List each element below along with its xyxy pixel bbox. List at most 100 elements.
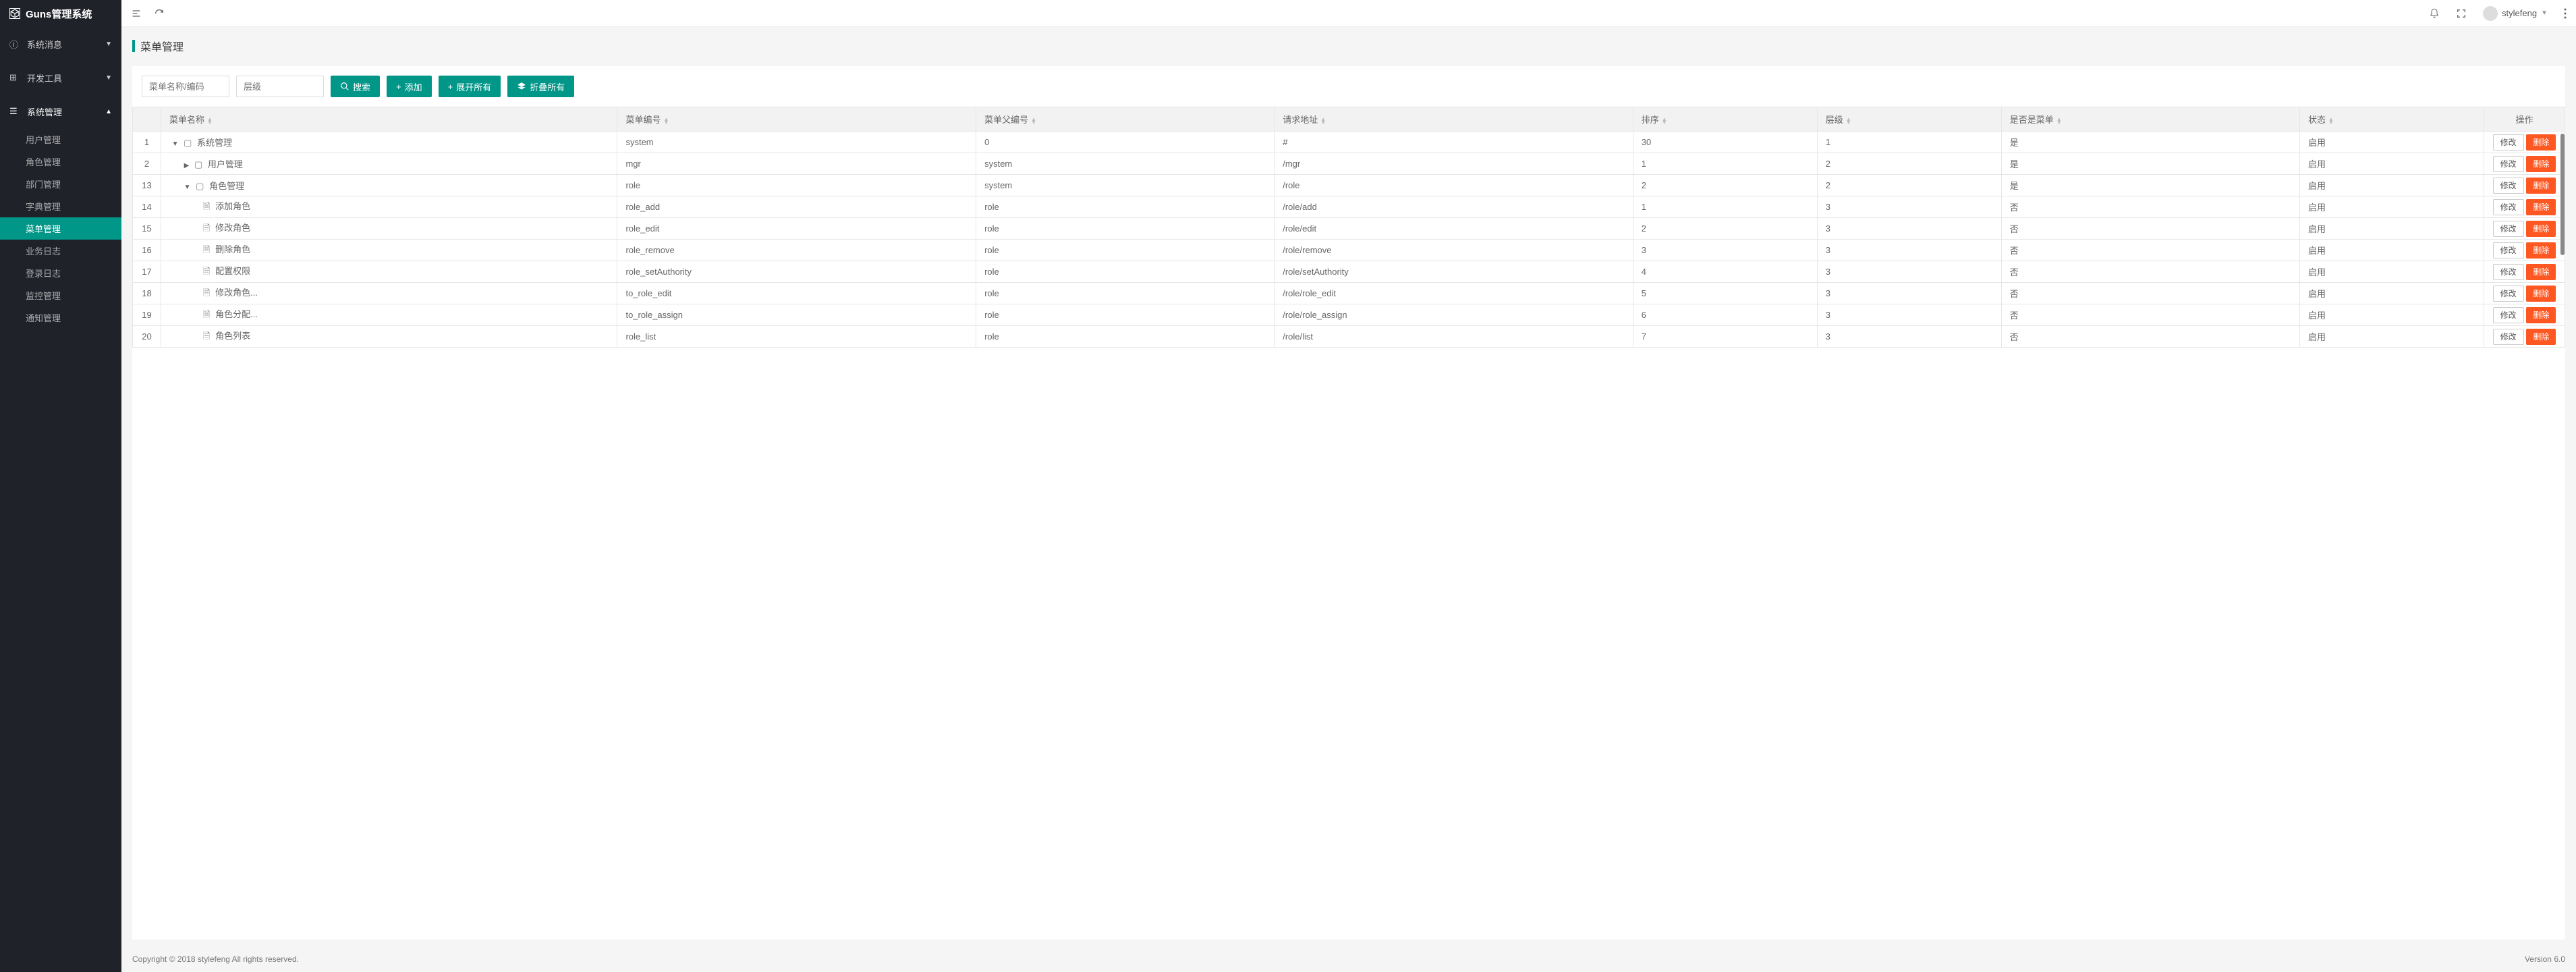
nav-item[interactable]: 业务日志	[0, 240, 121, 262]
cell-action: 修改 删除	[2484, 132, 2565, 153]
user-menu[interactable]: stylefeng ▼	[2483, 6, 2548, 21]
col-action: 操作	[2484, 107, 2565, 132]
cell-parent: role	[976, 304, 1275, 326]
search-button[interactable]: 搜索	[331, 76, 380, 97]
menu-name: 角色管理	[209, 181, 244, 191]
edit-button[interactable]: 修改	[2493, 156, 2524, 172]
col-level[interactable]: 层级▲▼	[1817, 107, 2001, 132]
delete-button[interactable]: 删除	[2526, 307, 2556, 323]
cell-level: 1	[1817, 132, 2001, 153]
sidebar: Guns管理系统 ⓘ系统消息▼⊞开发工具▼☰系统管理▲用户管理角色管理部门管理字…	[0, 0, 121, 972]
main-panel: 搜索 + 添加 + 展开所有 折叠所有	[132, 66, 2565, 940]
nav-item[interactable]: 通知管理	[0, 306, 121, 329]
edit-button[interactable]: 修改	[2493, 178, 2524, 194]
cell-code: mgr	[617, 153, 976, 175]
col-parent[interactable]: 菜单父编号▲▼	[976, 107, 1275, 132]
cell-index: 2	[133, 153, 161, 175]
chevron-down-icon: ▼	[2541, 9, 2548, 17]
search-name-input[interactable]	[142, 76, 229, 97]
fullscreen-icon[interactable]	[2456, 8, 2467, 19]
cell-is-menu: 否	[2001, 326, 2299, 348]
nav-group-label: 系统管理	[27, 105, 105, 118]
nav-item[interactable]: 用户管理	[0, 128, 121, 151]
nav-group[interactable]: ⓘ系统消息▼	[0, 27, 121, 61]
col-index	[133, 107, 161, 132]
menu-name: 添加角色	[215, 201, 250, 211]
search-level-input[interactable]	[236, 76, 324, 97]
tree-toggle-icon[interactable]: ▼	[184, 184, 191, 191]
bell-icon[interactable]	[2429, 8, 2440, 19]
nav-item[interactable]: 部门管理	[0, 173, 121, 195]
edit-button[interactable]: 修改	[2493, 221, 2524, 237]
cell-name: ▼ ▢ 角色管理	[161, 175, 617, 196]
cell-is-menu: 是	[2001, 153, 2299, 175]
nav-item[interactable]: 角色管理	[0, 151, 121, 173]
cell-level: 3	[1817, 304, 2001, 326]
delete-button[interactable]: 删除	[2526, 199, 2556, 215]
file-icon: 🗎	[203, 201, 210, 211]
file-icon: 🗎	[203, 244, 210, 254]
col-sort[interactable]: 排序▲▼	[1633, 107, 1817, 132]
cell-parent: role	[976, 196, 1275, 218]
delete-button[interactable]: 删除	[2526, 286, 2556, 302]
nav-item[interactable]: 字典管理	[0, 195, 121, 217]
page-title: 菜单管理	[121, 27, 2576, 59]
edit-button[interactable]: 修改	[2493, 329, 2524, 345]
col-name[interactable]: 菜单名称▲▼	[161, 107, 617, 132]
table-header-row: 菜单名称▲▼ 菜单编号▲▼ 菜单父编号▲▼ 请求地址▲▼ 排序▲▼ 层级▲▼ 是…	[133, 107, 2565, 132]
edit-button[interactable]: 修改	[2493, 307, 2524, 323]
sort-icon: ▲▼	[663, 117, 669, 124]
delete-button[interactable]: 删除	[2526, 134, 2556, 151]
plus-icon: +	[396, 82, 401, 92]
nav-item[interactable]: 菜单管理	[0, 217, 121, 240]
scrollbar[interactable]	[2560, 134, 2565, 255]
table-row: 20 🗎 角色列表 role_list role /role/list 7 3 …	[133, 326, 2565, 348]
cell-is-menu: 否	[2001, 240, 2299, 261]
cell-index: 18	[133, 283, 161, 304]
delete-button[interactable]: 删除	[2526, 329, 2556, 345]
tree-toggle-icon[interactable]: ▼	[172, 140, 179, 148]
tree-toggle-icon[interactable]: ▶	[184, 162, 190, 169]
menu-name: 角色列表	[215, 331, 250, 341]
menu-name: 修改角色...	[215, 288, 258, 298]
cell-url: /role/add	[1275, 196, 1633, 218]
delete-button[interactable]: 删除	[2526, 156, 2556, 172]
menu-name: 修改角色	[215, 223, 250, 233]
cell-level: 2	[1817, 153, 2001, 175]
col-url[interactable]: 请求地址▲▼	[1275, 107, 1633, 132]
col-status[interactable]: 状态▲▼	[2299, 107, 2484, 132]
cell-url: /role/role_assign	[1275, 304, 1633, 326]
nav-item[interactable]: 监控管理	[0, 284, 121, 306]
cell-status: 启用	[2299, 326, 2484, 348]
cell-action: 修改 删除	[2484, 240, 2565, 261]
sort-icon: ▲▼	[1662, 117, 1667, 124]
edit-button[interactable]: 修改	[2493, 134, 2524, 151]
nav-group[interactable]: ☰系统管理▲	[0, 94, 121, 128]
col-code[interactable]: 菜单编号▲▼	[617, 107, 976, 132]
cell-sort: 3	[1633, 240, 1817, 261]
delete-button[interactable]: 删除	[2526, 242, 2556, 259]
sort-icon: ▲▼	[1846, 117, 1851, 124]
username: stylefeng	[2502, 8, 2537, 18]
nav-group[interactable]: ⊞开发工具▼	[0, 61, 121, 94]
cell-is-menu: 否	[2001, 218, 2299, 240]
delete-button[interactable]: 删除	[2526, 221, 2556, 237]
delete-button[interactable]: 删除	[2526, 264, 2556, 280]
col-is-menu[interactable]: 是否是菜单▲▼	[2001, 107, 2299, 132]
add-button[interactable]: + 添加	[387, 76, 432, 97]
cell-code: role_remove	[617, 240, 976, 261]
file-icon: 🗎	[203, 223, 210, 233]
nav-item[interactable]: 登录日志	[0, 262, 121, 284]
edit-button[interactable]: 修改	[2493, 242, 2524, 259]
edit-button[interactable]: 修改	[2493, 286, 2524, 302]
more-icon[interactable]	[2564, 8, 2567, 19]
edit-button[interactable]: 修改	[2493, 199, 2524, 215]
delete-button[interactable]: 删除	[2526, 178, 2556, 194]
menu-name: 用户管理	[208, 159, 243, 169]
edit-button[interactable]: 修改	[2493, 264, 2524, 280]
refresh-icon[interactable]	[154, 8, 165, 19]
collapse-sidebar-icon[interactable]	[131, 8, 142, 19]
expand-all-button[interactable]: + 展开所有	[439, 76, 501, 97]
table-row: 1 ▼ ▢ 系统管理 system 0 # 30 1 是 启用 修改 删除	[133, 132, 2565, 153]
collapse-all-button[interactable]: 折叠所有	[507, 76, 574, 97]
